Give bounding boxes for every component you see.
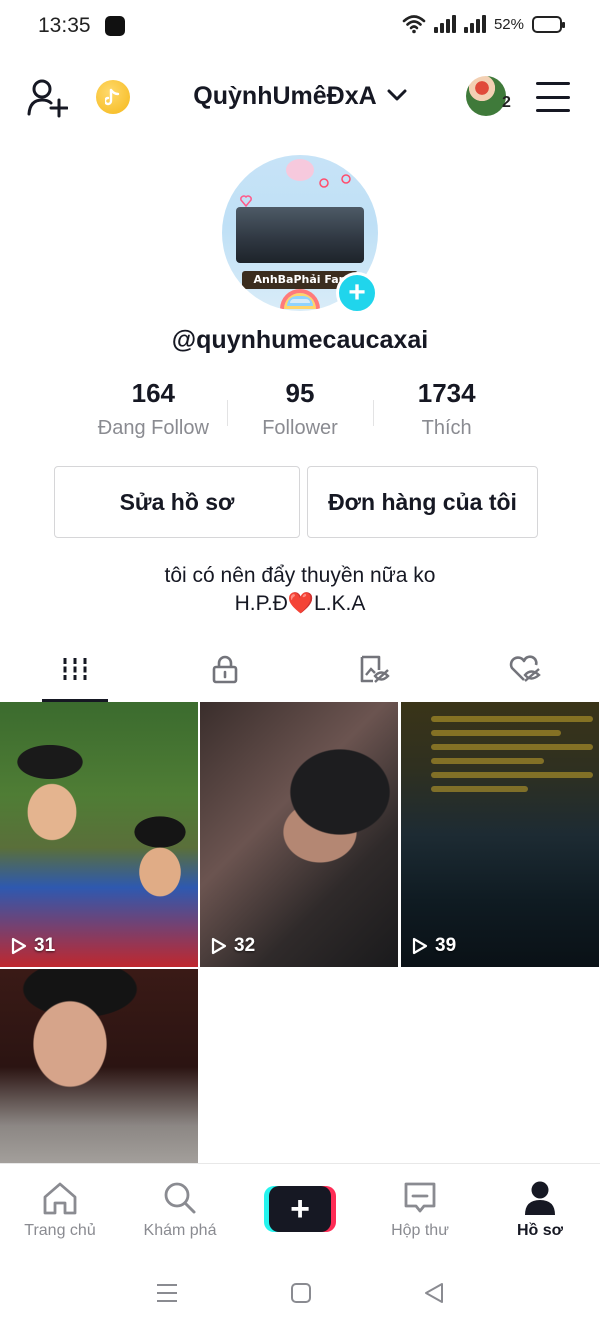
nav-home[interactable]: Trang chủ xyxy=(0,1164,120,1253)
plus-icon: + xyxy=(269,1186,331,1232)
flower-decoration-icon xyxy=(341,174,351,184)
stat-label: Đang Follow xyxy=(97,417,209,439)
profile-header: QuỳnhUmêĐxA 2 xyxy=(0,66,600,128)
lock-icon xyxy=(212,655,238,684)
tab-tagged[interactable] xyxy=(300,636,450,702)
status-bar: 13:35 52% xyxy=(0,0,600,54)
status-time: 13:35 xyxy=(38,14,91,37)
video-thumbnail[interactable]: 32 xyxy=(200,702,398,967)
play-icon xyxy=(11,937,27,955)
bio-line: tôi có nên đẩy thuyền nữa ko xyxy=(164,564,436,587)
nav-profile[interactable]: Hồ sơ xyxy=(480,1164,600,1253)
friend-avatar-count: 2 xyxy=(502,94,511,111)
nav-discover[interactable]: Khám phá xyxy=(120,1164,240,1253)
app-notification-icon xyxy=(105,16,125,36)
menu-icon[interactable] xyxy=(536,82,570,112)
stat-label: Follower xyxy=(262,417,338,439)
inbox-icon xyxy=(404,1182,436,1213)
my-orders-button[interactable]: Đơn hàng của tôi xyxy=(307,466,538,538)
signal-icon xyxy=(463,15,486,33)
heart-decoration-icon xyxy=(240,195,252,207)
status-indicators: 52% xyxy=(402,14,565,34)
nav-inbox[interactable]: Hộp thư xyxy=(360,1164,480,1253)
video-thumbnail[interactable]: 39 xyxy=(401,702,599,967)
rainbow-decoration xyxy=(280,289,320,309)
battery-icon xyxy=(532,15,565,33)
create-icon: + xyxy=(264,1186,336,1232)
wifi-icon xyxy=(402,15,426,34)
stat-value: 1734 xyxy=(417,378,476,408)
friend-avatar[interactable] xyxy=(466,76,506,116)
plus-icon: + xyxy=(348,276,366,309)
recent-apps-icon[interactable] xyxy=(155,1282,179,1304)
username-title: QuỳnhUmêĐxA xyxy=(193,82,376,110)
profile-icon xyxy=(525,1181,555,1215)
bottom-nav: Trang chủ Khám phá + Hộp thư Hồ sơ xyxy=(0,1163,600,1253)
profile-bio: tôi có nên đẩy thuyền nữa ko H.P.Đ❤️L.K.… xyxy=(0,562,600,618)
search-icon xyxy=(164,1182,196,1214)
play-icon xyxy=(211,937,227,955)
stat-likes[interactable]: 1734 Thích xyxy=(373,378,520,448)
profile-handle: @quynhumecaucaxai xyxy=(171,326,429,354)
tab-private[interactable] xyxy=(150,636,300,702)
stat-value: 95 xyxy=(285,378,315,408)
avatar-bear-decoration xyxy=(286,159,314,181)
content-tabs xyxy=(0,636,600,702)
play-icon xyxy=(412,937,428,955)
stat-following[interactable]: 164 Đang Follow xyxy=(80,378,227,448)
stat-value: 164 xyxy=(131,378,176,408)
back-icon[interactable] xyxy=(423,1282,445,1304)
grid-icon xyxy=(63,658,87,680)
nav-label: Hồ sơ xyxy=(516,1222,564,1239)
edit-profile-button[interactable]: Sửa hồ sơ xyxy=(54,466,300,538)
system-nav xyxy=(0,1253,600,1333)
nav-label: Khám phá xyxy=(143,1222,217,1239)
battery-percent: 52% xyxy=(493,15,524,33)
nav-create[interactable]: + xyxy=(240,1164,360,1253)
home-icon xyxy=(43,1182,77,1215)
view-count-value: 31 xyxy=(34,935,56,956)
liked-hidden-icon xyxy=(509,655,541,682)
home-button-icon[interactable] xyxy=(290,1282,312,1304)
bio-line: H.P.Đ❤️L.K.A xyxy=(234,592,366,615)
video-thumbnail[interactable]: 31 xyxy=(0,702,198,967)
stat-followers[interactable]: 95 Follower xyxy=(226,378,374,448)
tab-videos[interactable] xyxy=(0,636,150,702)
nav-label: Trang chủ xyxy=(24,1222,96,1239)
video-thumbnail[interactable] xyxy=(0,969,198,1165)
chevron-down-icon xyxy=(387,89,407,101)
signal-icon xyxy=(433,15,456,33)
profile-stats: 164 Đang Follow 95 Follower 1734 Thích xyxy=(80,378,520,448)
view-count: 39 xyxy=(411,935,456,957)
nav-label: Hộp thư xyxy=(391,1222,449,1239)
view-count-value: 32 xyxy=(234,935,256,956)
flower-decoration-icon xyxy=(319,178,329,188)
tagged-hidden-icon xyxy=(360,655,390,683)
add-avatar-button[interactable]: + xyxy=(336,272,378,314)
thumbnail-text-lines xyxy=(431,708,593,800)
tab-liked[interactable] xyxy=(450,636,600,702)
view-count: 31 xyxy=(10,935,55,957)
stat-label: Thích xyxy=(421,417,472,439)
view-count: 32 xyxy=(210,935,255,957)
view-count-value: 39 xyxy=(435,935,457,956)
avatar-group-photo xyxy=(236,207,364,263)
